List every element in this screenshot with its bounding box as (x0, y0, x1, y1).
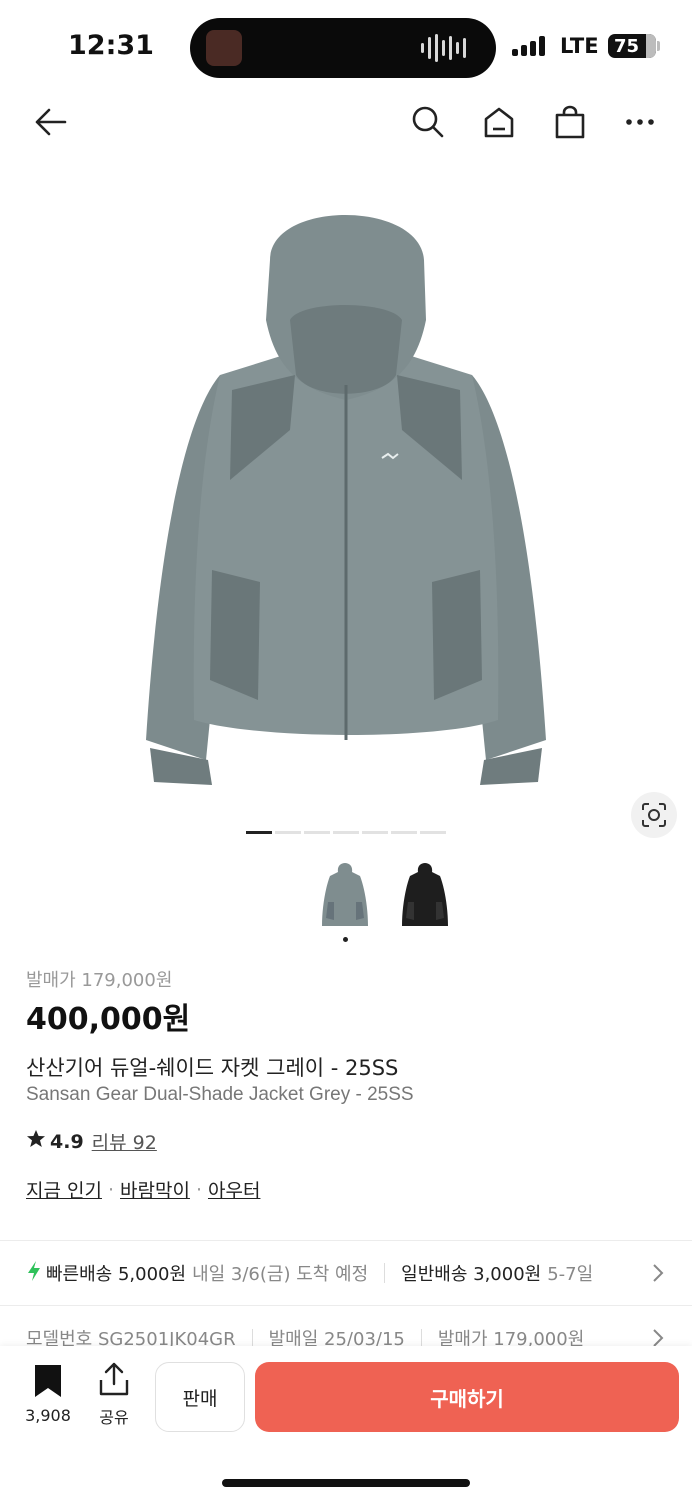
rating-score: 4.9 (50, 1130, 84, 1153)
review-link[interactable]: 리뷰 92 (92, 1128, 157, 1155)
product-name-korean: 산산기어 듀얼-쉐이드 자켓 그레이 - 25SS (26, 1056, 399, 1080)
image-pager (246, 831, 446, 834)
network-label: LTE (560, 34, 599, 58)
rating-row: 4.9 리뷰 92 (26, 1128, 157, 1155)
delivery-options-row[interactable]: 빠른배송 5,000원 내일 3/6(금) 도착 예정 일반배송 3,000원 … (26, 1258, 692, 1288)
more-icon[interactable] (618, 100, 662, 144)
fast-delivery-eta: 내일 3/6(금) 도착 예정 (192, 1264, 369, 1285)
cellular-signal-icon (512, 36, 545, 56)
status-time: 12:31 (68, 30, 154, 61)
buy-button[interactable]: 구매하기 (255, 1362, 679, 1432)
selected-thumbnail-dot (343, 937, 348, 942)
share-button[interactable]: 공유 (92, 1362, 136, 1427)
audio-waveform-icon (421, 34, 466, 62)
share-icon (98, 1362, 130, 1400)
tag-link[interactable]: 바람막이 (120, 1176, 190, 1203)
product-name-english: Sansan Gear Dual-Shade Jacket Grey - 25S… (26, 1084, 414, 1105)
tag-link[interactable]: 지금 인기 (26, 1176, 102, 1203)
shopping-bag-icon[interactable] (548, 100, 592, 144)
chevron-right-icon[interactable] (646, 1261, 670, 1285)
image-search-lens-icon[interactable] (631, 792, 677, 838)
bookmark-icon (33, 1364, 63, 1402)
share-label: 공유 (99, 1408, 129, 1427)
tag-list: 지금 인기 · 바람막이 · 아우터 (26, 1176, 260, 1203)
pager-dot (275, 831, 301, 834)
pager-dot (304, 831, 330, 834)
bookmark-button[interactable]: 3,908 (18, 1364, 78, 1426)
search-icon[interactable] (406, 100, 450, 144)
bookmark-count: 3,908 (25, 1406, 71, 1425)
dynamic-island[interactable] (190, 18, 496, 78)
thumbnail-grey[interactable] (316, 856, 374, 932)
divider (0, 1305, 692, 1306)
normal-delivery-label: 일반배송 3,000원 (401, 1264, 542, 1285)
current-price: 400,000원 (26, 1002, 191, 1037)
home-indicator (222, 1479, 470, 1487)
bottom-action-bar: 3,908 공유 판매 구매하기 (0, 1346, 692, 1500)
status-bar: 12:31 LTE 75 (0, 0, 692, 92)
tag-link[interactable]: 아우터 (208, 1176, 260, 1203)
product-image[interactable] (120, 200, 572, 800)
back-arrow-icon[interactable] (28, 100, 72, 144)
fast-delivery-label: 빠른배송 5,000원 (46, 1264, 187, 1285)
battery-level: 75 (614, 35, 640, 57)
pager-dot (333, 831, 359, 834)
thumbnail-black[interactable] (396, 856, 454, 932)
release-price: 발매가 179,000원 (26, 970, 173, 991)
home-icon[interactable] (477, 100, 521, 144)
pager-dot (391, 831, 417, 834)
pager-dot (246, 831, 272, 834)
divider (0, 1240, 692, 1241)
pager-dot (420, 831, 446, 834)
battery-icon: 75 (608, 34, 656, 58)
lightning-icon (26, 1260, 42, 1287)
star-icon (26, 1129, 46, 1154)
now-playing-artwork (206, 30, 242, 66)
pager-dot (362, 831, 388, 834)
normal-delivery-eta: 5-7일 (547, 1264, 594, 1285)
sell-button[interactable]: 판매 (155, 1362, 245, 1432)
